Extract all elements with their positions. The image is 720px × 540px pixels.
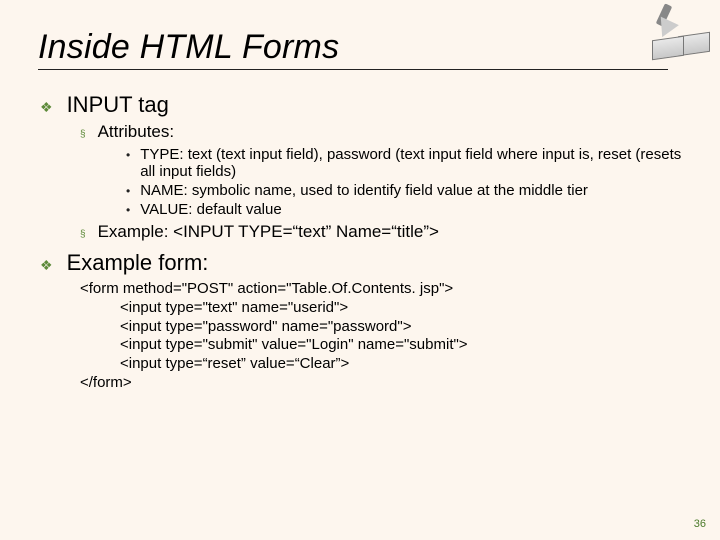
slide: Inside HTML Forms ❖ INPUT tag § Attribut…	[0, 0, 720, 540]
attr-name: • NAME: symbolic name, used to identify …	[126, 182, 682, 199]
attribute-list: • TYPE: text (text input field), passwor…	[126, 146, 682, 218]
attr-value: • VALUE: default value	[126, 201, 682, 218]
subsection-attributes: § Attributes:	[80, 122, 682, 144]
square-bullet-icon: §	[80, 126, 86, 144]
section-label: INPUT tag	[67, 92, 169, 118]
subsection-label: Example: <INPUT TYPE=“text” Name=“title”…	[98, 222, 439, 242]
code-line: <input type="password" name="password">	[120, 318, 682, 337]
title-underline	[38, 69, 668, 70]
section-label: Example form:	[67, 250, 209, 276]
dot-bullet-icon: •	[126, 147, 130, 163]
example-code-block: <form method="POST" action="Table.Of.Con…	[80, 280, 682, 393]
attr-type: • TYPE: text (text input field), passwor…	[126, 146, 682, 180]
code-line: <form method="POST" action="Table.Of.Con…	[80, 280, 682, 299]
section-input-tag: ❖ INPUT tag	[40, 92, 682, 118]
subsection-list-example: § Example: <INPUT TYPE=“text” Name=“titl…	[80, 222, 682, 244]
subsection-example: § Example: <INPUT TYPE=“text” Name=“titl…	[80, 222, 682, 244]
code-line: <input type="submit" value="Login" name=…	[120, 336, 682, 355]
dot-bullet-icon: •	[126, 183, 130, 199]
diamond-bullet-icon: ❖	[40, 254, 53, 276]
section-example-form: ❖ Example form:	[40, 250, 682, 276]
code-line: <input type="text" name="userid">	[120, 299, 682, 318]
code-line: <input type=“reset” value=“Clear”>	[120, 355, 682, 374]
content-list: ❖ INPUT tag	[40, 92, 682, 118]
bricks-trowel-icon	[634, 4, 712, 64]
diamond-bullet-icon: ❖	[40, 96, 53, 118]
slide-title: Inside HTML Forms	[38, 28, 682, 67]
square-bullet-icon: §	[80, 226, 86, 244]
subsection-label: Attributes:	[98, 122, 175, 142]
code-line: </form>	[80, 374, 682, 393]
subsection-list: § Attributes:	[80, 122, 682, 144]
content-list-2: ❖ Example form:	[40, 250, 682, 276]
dot-bullet-icon: •	[126, 202, 130, 218]
page-number: 36	[694, 518, 706, 530]
